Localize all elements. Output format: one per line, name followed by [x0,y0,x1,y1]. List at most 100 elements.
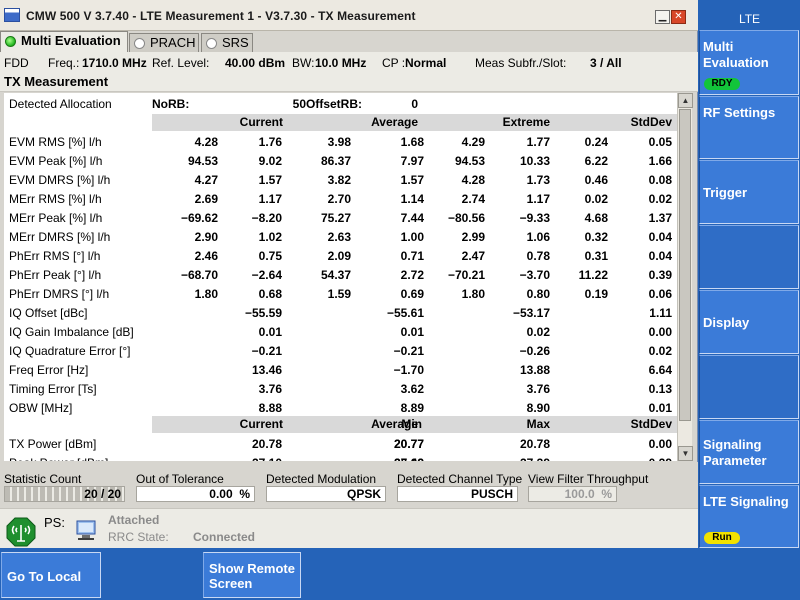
go-to-local-button[interactable]: Go To Local [1,552,101,598]
cell-value: 3.82 [327,173,351,187]
column-header-1: Current Average Extreme StdDev [152,114,677,131]
row-label: IQ Offset [dBc] [9,306,88,320]
header-stddev: StdDev [630,115,672,129]
table-row: IQ Offset [dBc] −55.59 −55.61 −53.17 1.11 [4,304,677,323]
table-row: IQ Quadrature Error [°] −0.21 −0.21 −0.26 0.… [4,342,677,361]
cell-value: 1.06 [526,230,550,244]
bw-value: 10.0 MHz [315,56,367,70]
softkey-label: Trigger [703,185,748,200]
softkey-panel-header: LTE [738,12,761,26]
cell-value: 1.14 [400,192,424,206]
cell-value: 1.11 [649,306,672,320]
row-label: MErr RMS [%] l/h [9,192,102,206]
norb-value: 50 [292,97,306,111]
offsetrb-label: OffsetRB: [306,97,362,111]
scroll-up-icon[interactable]: ▲ [678,93,693,108]
cell-value: 1.68 [400,135,424,149]
cell-value: 0.80 [526,287,550,301]
minimize-button[interactable]: ▁ [655,10,670,24]
cell-value: 4.68 [584,211,608,225]
scroll-down-icon[interactable]: ▼ [678,446,693,461]
cell-value: 1.80 [461,287,485,301]
cell-value: −80.56 [447,211,485,225]
cell-value: 1.77 [526,135,550,149]
header-current: Current [239,417,283,431]
softkey-multi-evaluation[interactable]: Multi Evaluation RDY [699,30,799,95]
softkey-trigger[interactable]: Trigger [699,160,799,224]
tab-label: SRS [222,35,249,50]
cell-value: 0.02 [648,192,672,206]
cell-value: 8.90 [526,401,550,415]
ps-status-bar: PS: Attached RRC State: Connected [0,508,698,548]
row-label: MErr Peak [%] l/h [9,211,103,225]
ref-level-value: 40.00 dBm [225,56,286,70]
cell-value: 8.88 [258,401,282,415]
cell-value: 1.00 [400,230,424,244]
cell-value: 2.74 [461,192,485,206]
row-label: EVM DMRS [%] l/h [9,173,111,187]
status-led-icon [206,38,217,49]
tab-srs[interactable]: SRS [201,33,253,52]
allocation-label: Detected Allocation [9,97,112,111]
cell-value: 9.02 [258,154,282,168]
table-row: IQ Gain Imbalance [dB] 0.01 0.01 0.02 0.00 [4,323,677,342]
row-label: PhErr Peak [°] l/h [9,268,102,282]
cell-value: 75.27 [320,211,351,225]
table-row: MErr DMRS [%] l/h 2.90 1.02 2.63 1.00 2.99 1.0… [4,228,677,247]
row-label: Peak Power [dBm] [9,456,108,461]
section-title: TX Measurement [0,73,698,92]
cell-value: 1.17 [526,192,550,206]
view-filter-throughput-value: 100.0 % [528,486,617,502]
cell-value: 8.89 [400,401,424,415]
softkey-display[interactable]: Display [699,290,799,354]
status-led-icon [134,38,145,49]
cell-value: 0.00 [648,325,672,339]
table-row: EVM RMS [%] l/h 4.28 1.76 3.98 1.68 4.29 1.77 0… [4,133,677,152]
header-average: Average [371,115,418,129]
cell-value: 0.68 [258,287,282,301]
computer-icon [76,520,96,540]
cell-value: 1.37 [648,211,672,225]
cell-value: −68.70 [180,268,218,282]
table-row: Freq Error [Hz] 13.46 −1.70 13.88 6.64 [4,361,677,380]
cell-value: 4.29 [461,135,485,149]
cell-value: 0.05 [648,135,672,149]
cell-value: 0.01 [258,325,282,339]
close-button[interactable]: ✕ [671,10,686,24]
cell-value: 0.02 [584,192,608,206]
measurement-window: CMW 500 V 3.7.40 - LTE Measurement 1 - V… [0,0,698,548]
table-row: PhErr Peak [°] l/h −68.70 −2.64 54.37 2.72 −7… [4,266,677,285]
cell-value: −0.21 [251,344,282,358]
scroll-thumb[interactable] [679,109,691,421]
row-label: OBW [MHz] [9,401,73,415]
cell-value: 0.46 [584,173,608,187]
window-title: CMW 500 V 3.7.40 - LTE Measurement 1 - V… [26,9,416,23]
cell-value: 0.02 [526,325,550,339]
show-remote-screen-button[interactable]: Show Remote Screen [203,552,301,598]
cell-value: 0.24 [584,135,608,149]
softkey-rf-settings[interactable]: RF Settings [699,96,799,159]
tab-multi-evaluation[interactable]: Multi Evaluation [0,31,128,52]
cell-value: 11.22 [578,268,608,282]
cell-value: 2.63 [327,230,351,244]
softkey-signaling-parameter[interactable]: Signaling Parameter [699,420,799,484]
row-label: Timing Error [Ts] [9,382,97,396]
softkey-lte-signaling[interactable]: LTE Signaling Run [699,485,799,548]
results-scrollbar[interactable]: ▲ ▼ [677,93,693,461]
cell-value: 0.31 [584,249,608,263]
cell-value: 0.04 [648,230,672,244]
cell-value: −55.61 [386,306,424,320]
softkey-blank-1[interactable] [699,225,799,289]
softkey-label: Multi Evaluation [703,39,769,70]
tab-label: PRACH [150,35,196,50]
tab-prach[interactable]: PRACH [129,33,199,52]
cell-value: 0.69 [400,287,424,301]
cell-value: 10.33 [519,154,550,168]
cell-value: 54.37 [320,268,351,282]
cell-value: 20.77 [393,437,424,451]
rdy-badge: RDY [704,78,740,90]
header-min: Min [401,417,422,431]
row-label: EVM Peak [%] l/h [9,154,103,168]
header-stddev: StdDev [630,417,672,431]
softkey-blank-2[interactable] [699,355,799,419]
